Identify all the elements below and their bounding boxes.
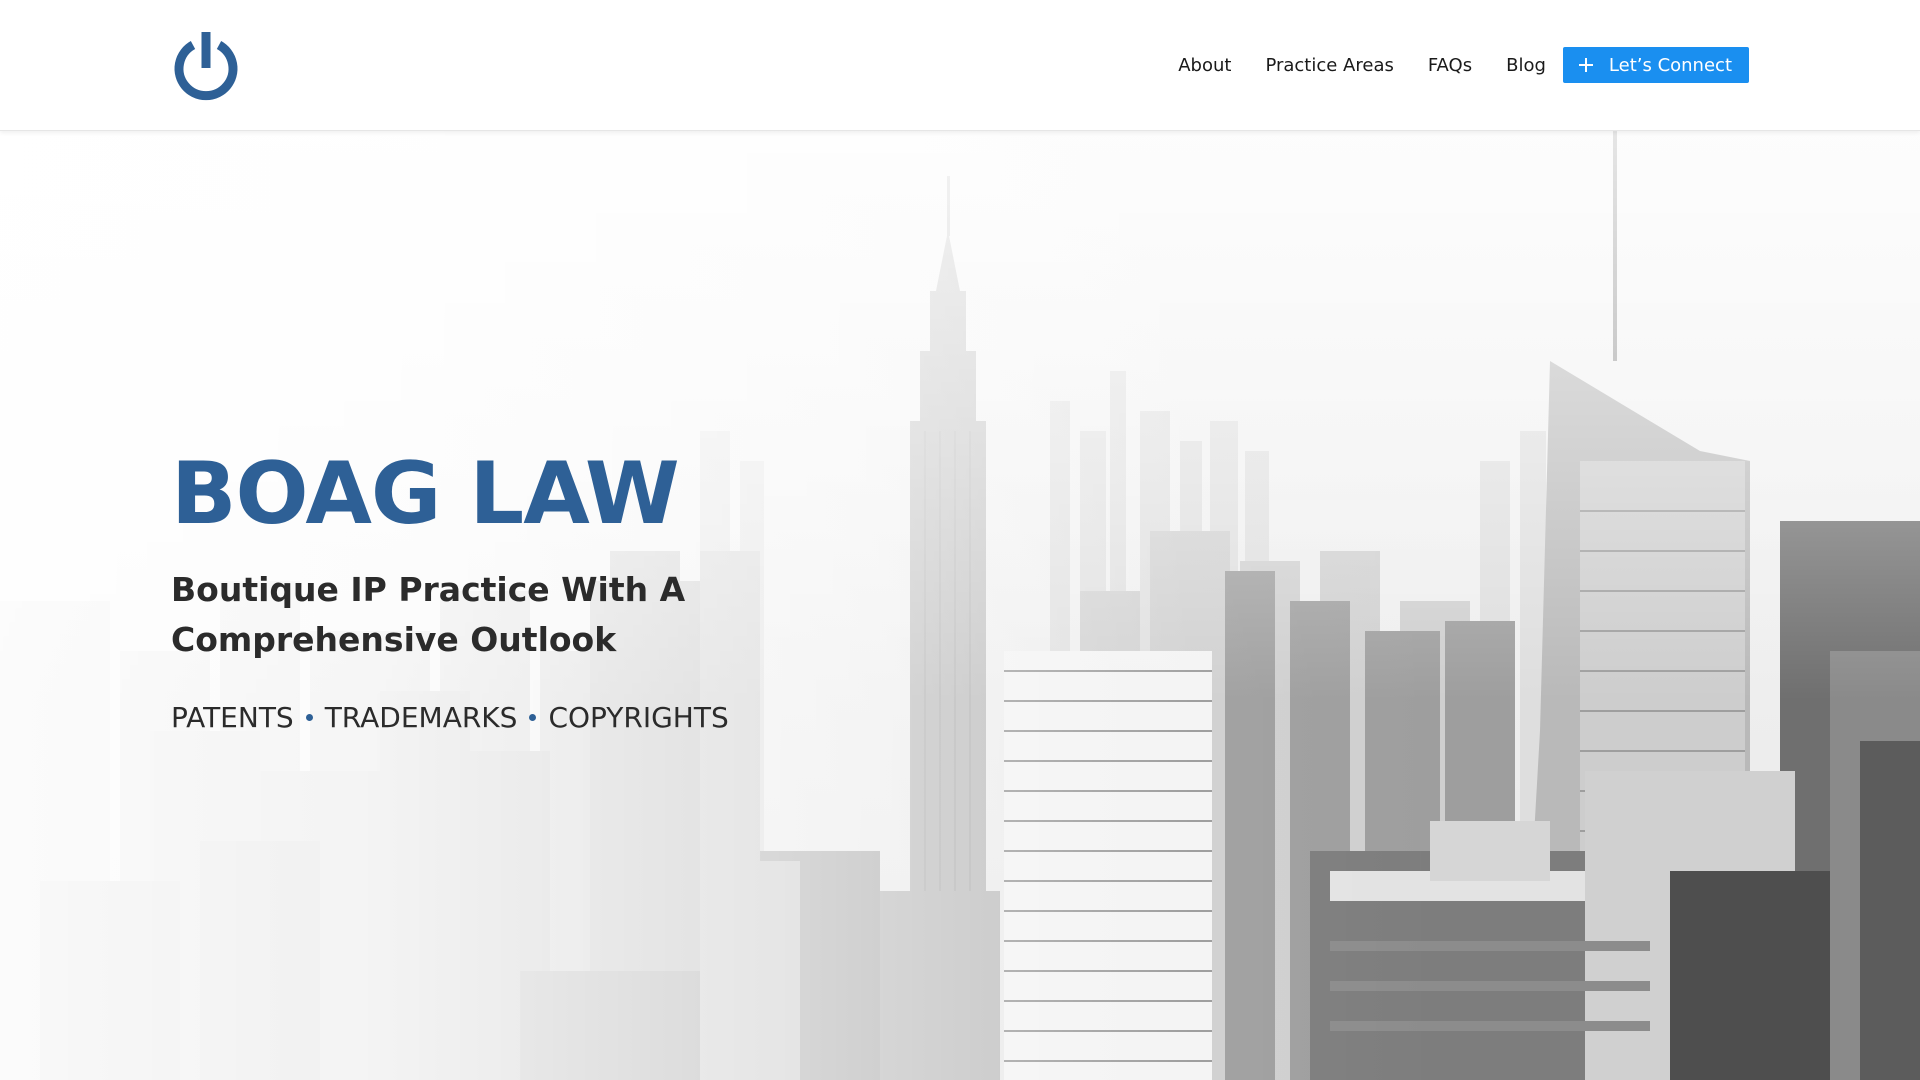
hero-subtitle: Boutique IP Practice With A Comprehensiv… — [171, 570, 686, 659]
bullet-separator — [305, 714, 313, 721]
site-header: About Practice Areas FAQs Blog Let’s Con… — [0, 0, 1920, 131]
nav-practice-areas-link[interactable]: Practice Areas — [1265, 55, 1393, 76]
service-trademarks: TRADEMARKS — [324, 701, 518, 734]
main-nav: About Practice Areas FAQs Blog Let’s Con… — [1178, 47, 1749, 83]
service-copyrights: COPYRIGHTS — [548, 701, 729, 734]
nav-about-link[interactable]: About — [1178, 55, 1231, 76]
service-patents: PATENTS — [171, 701, 294, 734]
bullet-separator — [529, 714, 537, 721]
lets-connect-label: Let’s Connect — [1608, 54, 1732, 76]
logo[interactable] — [171, 31, 241, 101]
services-list: PATENTS TRADEMARKS COPYRIGHTS — [171, 701, 1071, 734]
plus-icon — [1578, 58, 1593, 72]
nav-faqs-link[interactable]: FAQs — [1428, 55, 1472, 76]
hero-content: BOAG LAW Boutique IP Practice With A Com… — [171, 451, 1071, 734]
lets-connect-button[interactable]: Let’s Connect — [1562, 47, 1749, 83]
nav-blog-link[interactable]: Blog — [1506, 55, 1546, 76]
hero-title: BOAG LAW — [171, 444, 680, 544]
page: About Practice Areas FAQs Blog Let’s Con… — [0, 0, 1920, 1080]
power-icon — [174, 32, 238, 101]
hero-section: BOAG LAW Boutique IP Practice With A Com… — [0, 131, 1920, 1080]
